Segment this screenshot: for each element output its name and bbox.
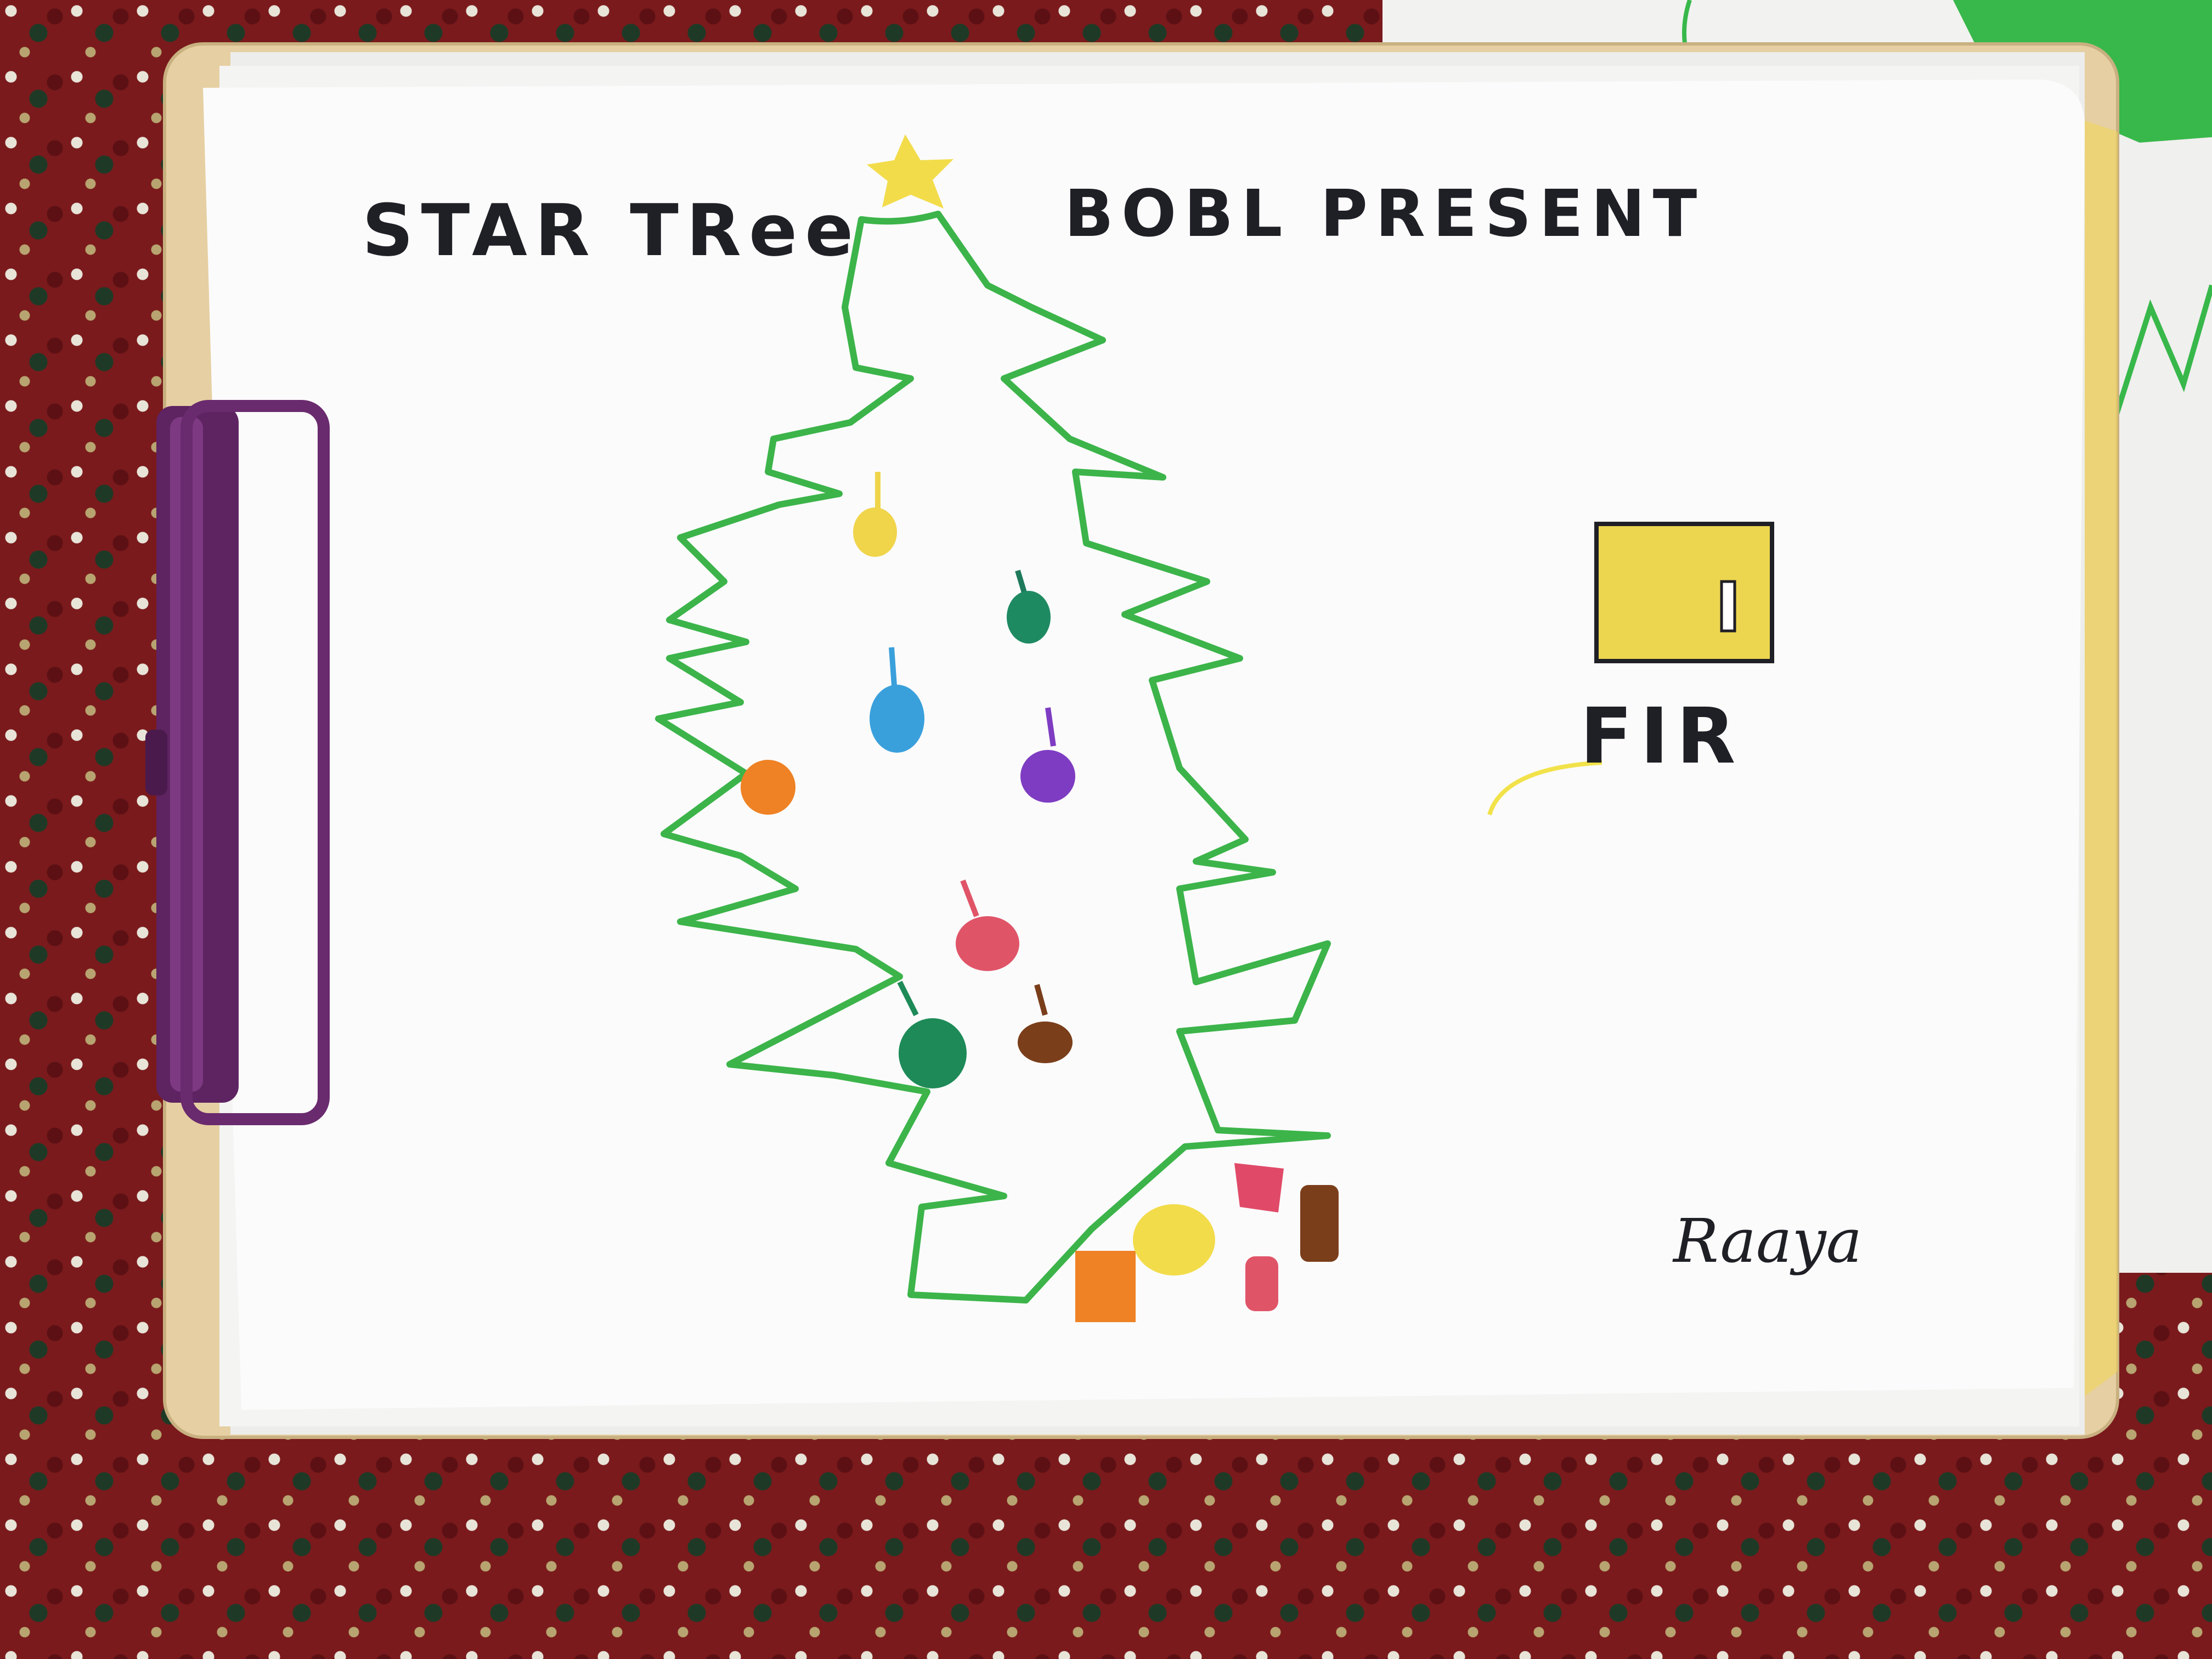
label-bobl-present: BOBL PRESENT xyxy=(1064,176,1705,251)
label-star-tree: STAR TRee xyxy=(362,189,861,272)
present-box-icon xyxy=(1594,522,1774,663)
bauble-icon xyxy=(741,760,795,815)
signature: Raaya xyxy=(1672,1206,1862,1276)
label-fir: FIR xyxy=(1580,692,1743,781)
photo-scene: STAR TRee BOBL PRESENT FIR Raaya xyxy=(145,0,2212,1439)
